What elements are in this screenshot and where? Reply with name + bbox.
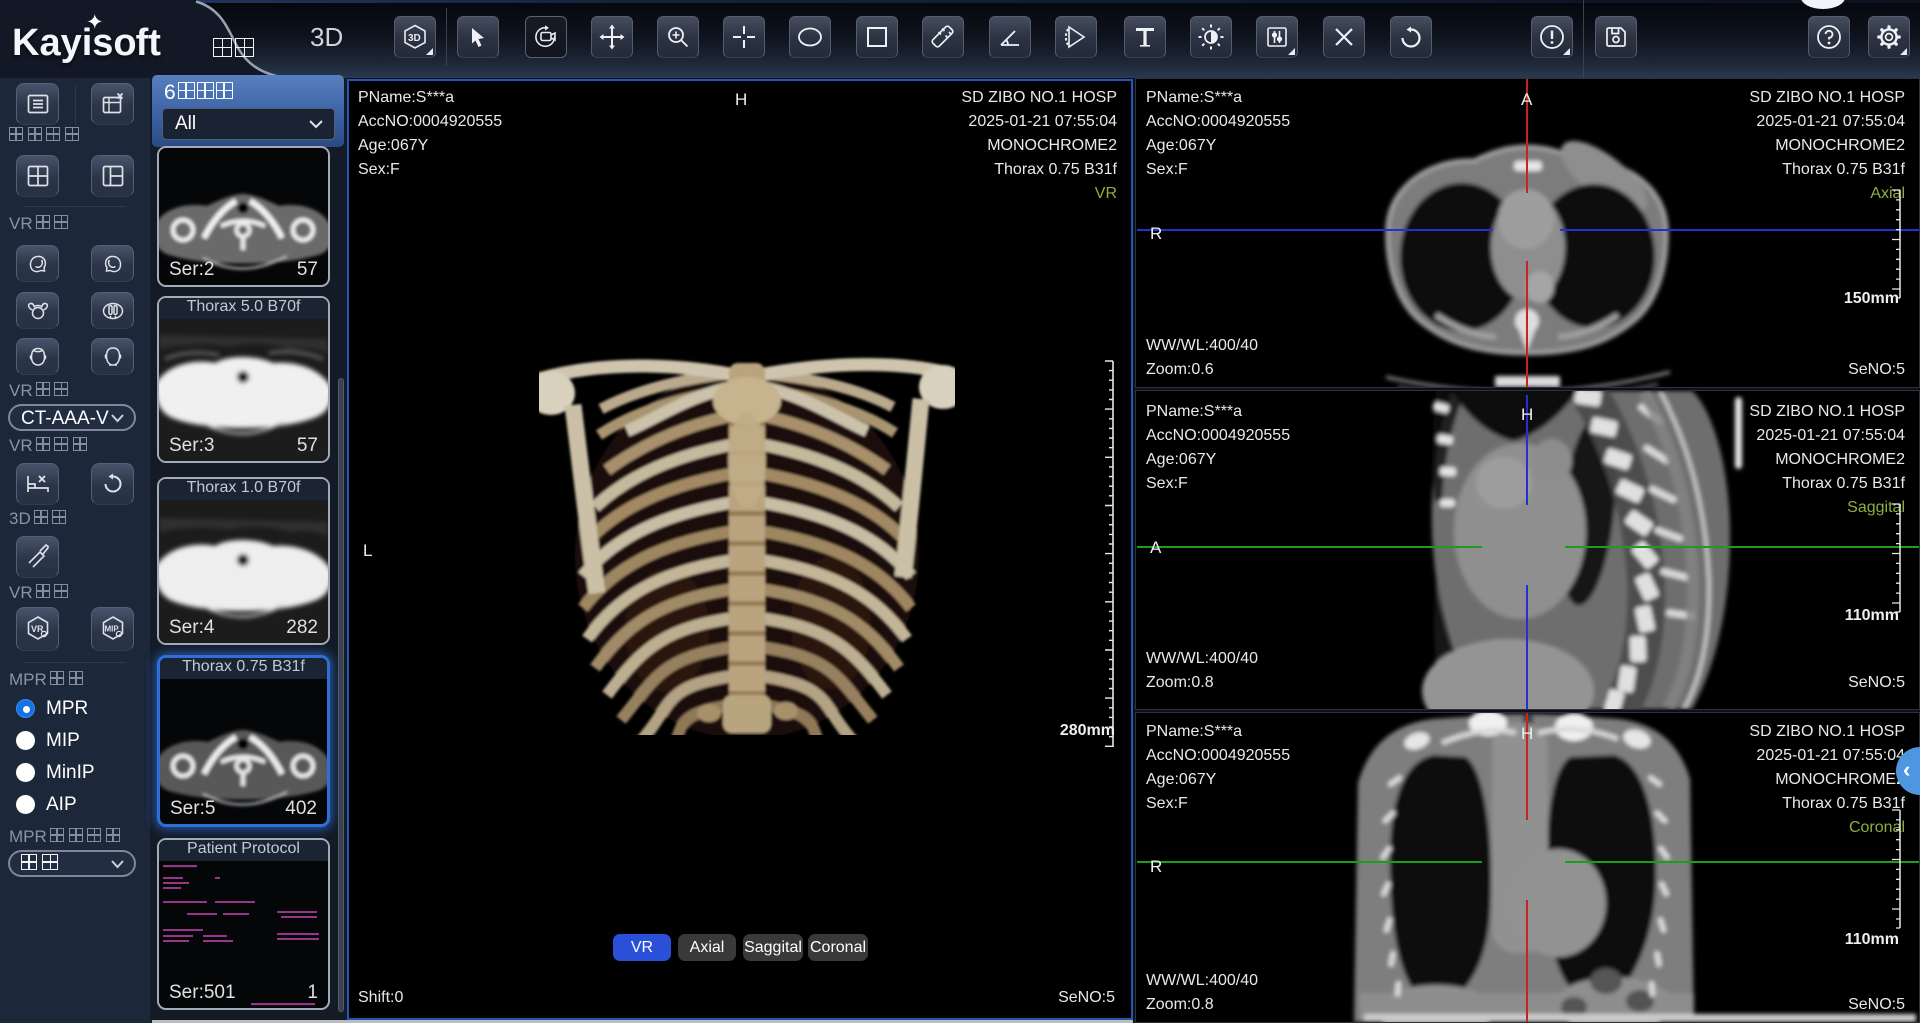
svg-text:3D: 3D xyxy=(408,33,421,44)
